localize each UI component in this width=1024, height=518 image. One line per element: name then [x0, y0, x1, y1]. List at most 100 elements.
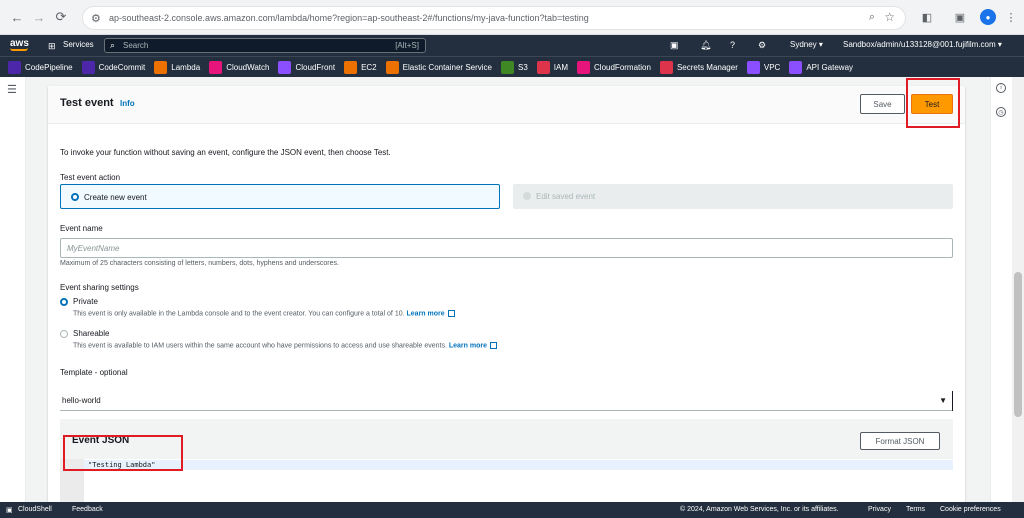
- event-json-section: Event JSON Format JSON "Testing Lambda": [60, 419, 953, 509]
- service-icon: [746, 60, 760, 74]
- shareable-radio[interactable]: [60, 330, 68, 338]
- event-name-label: Event name: [60, 224, 103, 233]
- services-menu[interactable]: Services: [63, 40, 94, 49]
- zoom-icon[interactable]: ⌕: [869, 11, 875, 24]
- bookmark-star-icon[interactable]: ☆: [884, 10, 895, 24]
- external-link-icon: [490, 342, 497, 349]
- favorite-label: CloudFront: [295, 62, 336, 72]
- cloudshell-icon[interactable]: ▣: [6, 506, 13, 514]
- template-value: hello-world: [62, 396, 101, 405]
- favorite-item[interactable]: CloudFront: [278, 60, 336, 74]
- favorite-label: API Gateway: [806, 62, 854, 72]
- region-selector[interactable]: Sydney ▾: [790, 40, 823, 49]
- favorite-item[interactable]: EC2: [344, 60, 377, 74]
- aws-logo[interactable]: aws: [10, 38, 29, 51]
- services-grid-icon[interactable]: ⊞: [48, 41, 56, 52]
- favorite-item[interactable]: VPC: [746, 60, 781, 74]
- edit-saved-label: Edit saved event: [536, 192, 596, 201]
- scrollbar-thumb[interactable]: [1014, 272, 1022, 417]
- format-json-button[interactable]: Format JSON: [860, 432, 940, 450]
- test-event-panel: Test event Info Save Test To invoke your…: [48, 78, 965, 509]
- search-placeholder: Search: [123, 41, 149, 50]
- info-link[interactable]: Info: [120, 99, 135, 108]
- favorite-label: CloudWatch: [226, 62, 270, 72]
- right-utility-rail: i ◷: [990, 77, 1012, 502]
- url-text: ap-southeast-2.console.aws.amazon.com/la…: [109, 13, 589, 23]
- favorite-item[interactable]: Lambda: [154, 60, 200, 74]
- bell-icon[interactable]: 🔔︎: [700, 40, 711, 51]
- service-icon: [659, 60, 673, 74]
- favorite-label: IAM: [553, 62, 569, 72]
- sharing-settings-label: Event sharing settings: [60, 283, 139, 292]
- learn-more-link-private[interactable]: Learn more: [407, 310, 445, 317]
- search-shortcut: [Alt+S]: [395, 41, 419, 50]
- help-icon[interactable]: ?: [730, 40, 735, 50]
- service-icon: [8, 60, 21, 74]
- event-json-title: Event JSON: [72, 435, 130, 446]
- service-icon: [536, 60, 550, 74]
- clock-icon[interactable]: ◷: [996, 107, 1006, 117]
- cloudshell-icon[interactable]: ▣: [670, 40, 679, 51]
- forward-arrow-icon[interactable]: →: [28, 6, 50, 28]
- favorite-label: CodeCommit: [98, 62, 146, 72]
- aws-top-nav: aws ⊞ Services ⌕ Search [Alt+S] ▣ 🔔︎ ? ⚙…: [0, 35, 1024, 56]
- learn-more-link-shareable[interactable]: Learn more: [449, 342, 487, 349]
- favorite-item[interactable]: S3: [501, 60, 528, 74]
- menu-kebab-icon[interactable]: ⋮: [1002, 8, 1020, 26]
- template-label: Template - optional: [60, 368, 128, 377]
- shareable-description: This event is available to IAM users wit…: [73, 342, 497, 349]
- create-new-label: Create new event: [84, 193, 147, 202]
- favorite-item[interactable]: Elastic Container Service: [385, 60, 492, 74]
- favorite-item[interactable]: CloudWatch: [209, 60, 270, 74]
- back-arrow-icon[interactable]: ←: [6, 6, 28, 28]
- private-label: Private: [73, 297, 98, 306]
- panel-title: Test event: [60, 97, 114, 109]
- favorite-item[interactable]: CloudFormation: [577, 60, 651, 74]
- service-icon: [501, 60, 514, 74]
- cookie-preferences-link[interactable]: Cookie preferences: [940, 506, 1001, 513]
- address-bar[interactable]: ⚙ ap-southeast-2.console.aws.amazon.com/…: [82, 6, 906, 30]
- extensions-icon[interactable]: ◧: [918, 8, 936, 26]
- external-link-icon: [447, 310, 455, 317]
- save-button[interactable]: Save: [860, 94, 905, 114]
- private-description: This event is only available in the Lamb…: [73, 310, 455, 317]
- privacy-link[interactable]: Privacy: [868, 506, 891, 513]
- page-scrollbar[interactable]: [1012, 77, 1024, 502]
- hamburger-menu-icon[interactable]: ☰: [7, 83, 17, 96]
- terms-link[interactable]: Terms: [906, 506, 925, 513]
- search-icon: ⌕: [110, 40, 116, 50]
- private-radio[interactable]: [60, 298, 68, 306]
- favorite-label: Elastic Container Service: [402, 62, 492, 72]
- tab-search-icon[interactable]: ▣: [951, 8, 969, 26]
- service-icon: [344, 60, 358, 74]
- favorite-item[interactable]: IAM: [536, 60, 569, 74]
- info-circle-icon[interactable]: i: [996, 83, 1006, 93]
- copyright-text: © 2024, Amazon Web Services, Inc. or its…: [680, 506, 839, 513]
- gear-icon[interactable]: ⚙: [758, 40, 766, 51]
- shareable-label: Shareable: [73, 329, 110, 338]
- json-code-text: "Testing Lambda": [88, 461, 156, 469]
- reload-icon[interactable]: ⟳: [50, 6, 72, 28]
- template-select[interactable]: hello-world ▼: [60, 391, 953, 411]
- cloudshell-link[interactable]: CloudShell: [18, 506, 52, 513]
- favorite-label: VPC: [763, 62, 781, 72]
- profile-avatar[interactable]: ●: [980, 9, 996, 25]
- event-name-input[interactable]: MyEventName: [60, 238, 953, 258]
- panel-header: Test event Info Save Test: [48, 86, 965, 124]
- account-menu[interactable]: Sandbox/admin/u133128@001.fujifilm.com ▾: [843, 40, 1002, 49]
- service-icon: [81, 60, 95, 74]
- test-button[interactable]: Test: [911, 94, 953, 114]
- console-footer: ▣ CloudShell Feedback © 2024, Amazon Web…: [0, 502, 1024, 518]
- left-nav-rail: ☰: [0, 77, 26, 502]
- favorite-item[interactable]: CodePipeline: [8, 60, 73, 74]
- favorite-item[interactable]: Secrets Manager: [659, 60, 738, 74]
- feedback-link[interactable]: Feedback: [72, 506, 103, 513]
- aws-search-input[interactable]: ⌕ Search [Alt+S]: [104, 38, 426, 53]
- create-new-event-tile[interactable]: Create new event: [60, 184, 500, 209]
- favorite-item[interactable]: CodeCommit: [81, 60, 146, 74]
- service-icon: [278, 60, 292, 74]
- favorite-item[interactable]: API Gateway: [789, 60, 854, 74]
- favorite-label: Secrets Manager: [676, 62, 738, 72]
- site-info-icon[interactable]: ⚙: [91, 12, 101, 25]
- create-new-radio[interactable]: [71, 193, 79, 201]
